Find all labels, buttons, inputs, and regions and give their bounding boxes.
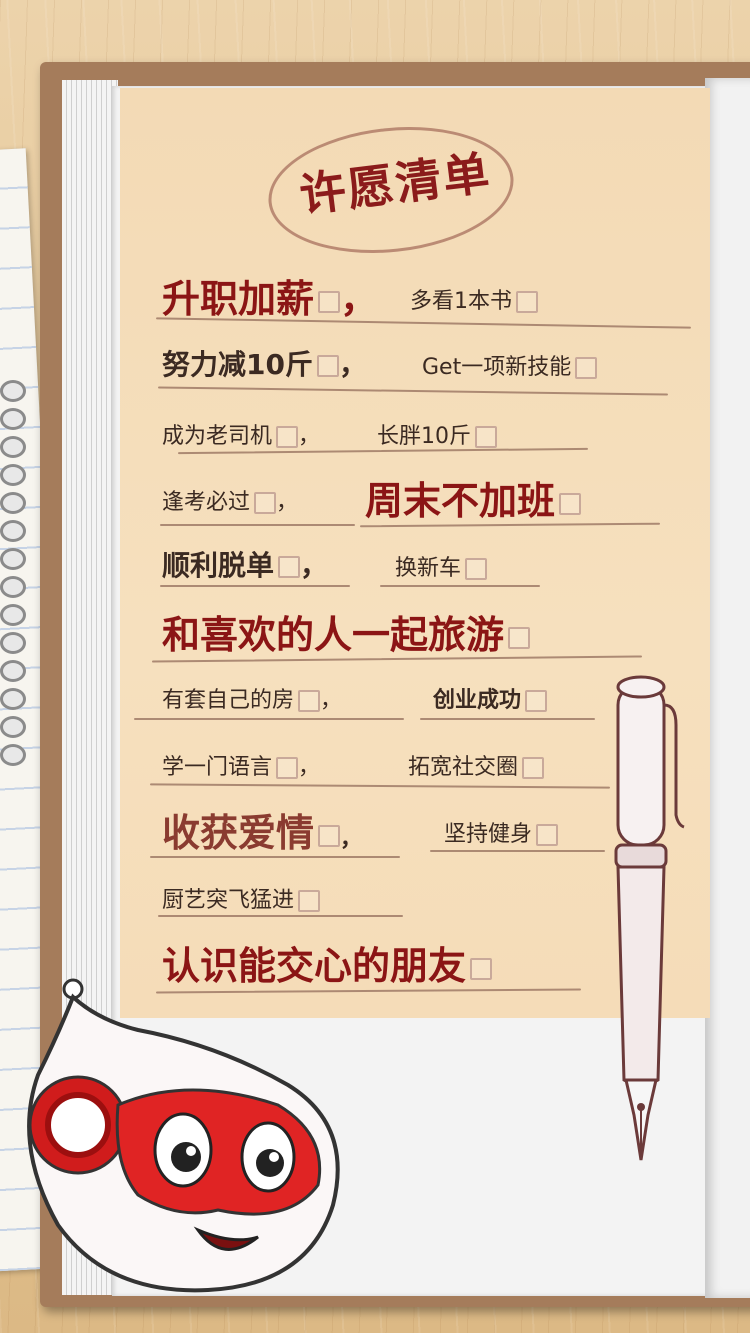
checkbox-icon[interactable]	[522, 757, 545, 779]
underline	[160, 585, 350, 587]
wish-item[interactable]: Get一项新技能	[422, 349, 598, 381]
wish-text: 顺利脱单	[162, 549, 275, 582]
wish-text: 换新车	[395, 556, 462, 581]
wish-item[interactable]: 坚持健身	[444, 816, 559, 848]
underline	[158, 915, 403, 917]
checkbox-icon[interactable]	[276, 426, 299, 448]
wish-item[interactable]: 长胖10斤	[377, 418, 497, 450]
underline	[420, 718, 595, 720]
wish-text: 逢考必过	[162, 490, 251, 515]
checkbox-icon[interactable]	[316, 355, 339, 377]
wish-text: 努力减10斤	[162, 348, 313, 381]
checkbox-icon[interactable]	[465, 558, 488, 580]
checkbox-icon[interactable]	[318, 824, 341, 847]
wish-item[interactable]: 有套自己的房，	[162, 682, 342, 714]
wish-item[interactable]: 逢考必过，	[162, 484, 298, 516]
wish-item[interactable]: 学一门语言，	[162, 749, 320, 781]
wish-item[interactable]: 周末不加班	[365, 470, 582, 525]
wish-item[interactable]: 厨艺突飞猛进	[162, 882, 321, 914]
fountain-pen-icon	[614, 675, 685, 1161]
wish-text: 坚持健身	[444, 822, 533, 847]
mascot-icon	[27, 978, 340, 1293]
wish-text: 厨艺突飞猛进	[162, 888, 295, 913]
underline	[430, 850, 605, 852]
checkbox-icon[interactable]	[525, 690, 548, 712]
wish-item[interactable]: 升职加薪，	[162, 268, 378, 323]
underline	[150, 856, 400, 858]
checkbox-icon[interactable]	[536, 824, 559, 846]
checkbox-icon[interactable]	[318, 290, 341, 313]
wish-item[interactable]: 和喜欢的人一起旅游	[162, 604, 531, 659]
underline	[134, 718, 404, 720]
wish-text: 升职加薪	[162, 277, 315, 321]
wish-text: 创业成功	[433, 688, 522, 713]
checkbox-icon[interactable]	[559, 492, 582, 515]
checkbox-icon[interactable]	[254, 492, 277, 514]
wish-text: 和喜欢的人一起旅游	[162, 613, 505, 657]
wish-text: 学一门语言	[162, 755, 273, 780]
spiral-binding-icon	[0, 380, 26, 766]
underline	[380, 585, 540, 587]
book-right-page	[705, 78, 750, 1298]
checkbox-icon[interactable]	[278, 556, 301, 578]
wish-item[interactable]: 顺利脱单，	[162, 544, 328, 584]
checkbox-icon[interactable]	[298, 890, 321, 912]
wish-text: 拓宽社交圈	[408, 755, 519, 780]
checkbox-icon[interactable]	[508, 626, 531, 649]
wish-text: 收获爱情	[162, 811, 315, 855]
wish-item[interactable]: 收获爱情，	[162, 802, 362, 857]
wish-item[interactable]: 创业成功	[433, 682, 548, 714]
wish-item[interactable]: 换新车	[395, 550, 488, 582]
checkbox-icon[interactable]	[516, 291, 538, 313]
checkbox-icon[interactable]	[475, 426, 497, 448]
wish-item[interactable]: 拓宽社交圈	[408, 749, 545, 781]
wish-text: 成为老司机	[162, 424, 273, 449]
wish-text: 有套自己的房	[162, 688, 295, 713]
wish-text: 长胖10斤	[377, 424, 471, 449]
wish-text: Get一项新技能	[422, 355, 572, 380]
wish-item[interactable]: 成为老司机，	[162, 418, 320, 450]
underline	[160, 524, 355, 526]
wish-item[interactable]: 努力减10斤，	[162, 343, 367, 383]
wish-item[interactable]: 多看1本书	[410, 283, 538, 315]
checkbox-icon[interactable]	[298, 690, 321, 712]
wish-text: 多看1本书	[410, 289, 512, 314]
checkbox-icon[interactable]	[470, 957, 493, 980]
checkbox-icon[interactable]	[276, 757, 299, 779]
checkbox-icon[interactable]	[575, 357, 598, 379]
wish-text: 周末不加班	[365, 479, 556, 523]
